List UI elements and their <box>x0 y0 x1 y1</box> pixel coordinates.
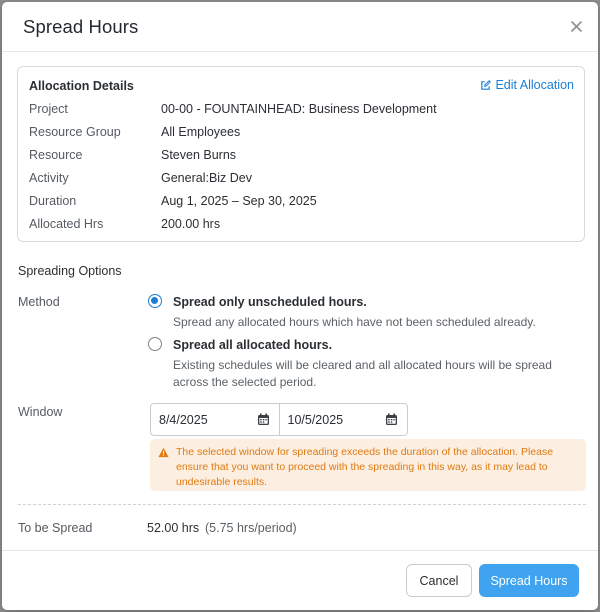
window-date-range: 8/4/2025 10/5/2025 <box>150 403 408 436</box>
window-start-input[interactable]: 8/4/2025 <box>151 404 279 435</box>
cancel-button[interactable]: Cancel <box>406 564 472 597</box>
detail-label: Project <box>29 102 68 116</box>
spreading-options-title: Spreading Options <box>18 264 122 278</box>
warning-text: The selected window for spreading exceed… <box>176 446 554 488</box>
close-button[interactable] <box>566 16 586 36</box>
detail-label: Resource Group <box>29 125 121 139</box>
allocation-details-title: Allocation Details <box>29 79 134 93</box>
detail-label: Duration <box>29 194 77 208</box>
allocation-details-card: Allocation Details Edit Allocation Proje… <box>17 66 585 242</box>
to-be-spread-hours: 52.00 hrs <box>147 521 200 535</box>
window-label: Window <box>18 405 63 419</box>
window-end-value: 10/5/2025 <box>287 412 344 427</box>
detail-value: Aug 1, 2025 – Sep 30, 2025 <box>161 194 317 208</box>
spread-hours-button[interactable]: Spread Hours <box>479 564 579 597</box>
window-warning-alert: The selected window for spreading exceed… <box>150 439 586 491</box>
detail-value: General:Biz Dev <box>161 171 253 185</box>
detail-label: Resource <box>29 148 83 162</box>
footer-divider <box>2 550 598 551</box>
detail-value: 200.00 hrs <box>161 217 221 231</box>
edit-allocation-link[interactable]: Edit Allocation <box>480 78 574 92</box>
to-be-spread-per-period: (5.75 hrs/period) <box>205 521 297 535</box>
warning-icon <box>158 447 169 458</box>
detail-label: Allocated Hrs <box>29 217 104 231</box>
option-unscheduled-title[interactable]: Spread only unscheduled hours. <box>173 295 367 309</box>
radio-spread-all[interactable] <box>148 337 162 351</box>
method-label: Method <box>18 295 60 309</box>
calendar-icon[interactable] <box>385 413 398 426</box>
window-start-value: 8/4/2025 <box>159 412 208 427</box>
dialog-title: Spread Hours <box>23 16 139 37</box>
option-unscheduled-description: Spread any allocated hours which have no… <box>173 315 536 329</box>
close-icon <box>570 20 582 32</box>
edit-icon <box>481 79 492 90</box>
spread-hours-dialog: Spread Hours Allocation Details Edit All… <box>2 2 598 610</box>
window-end-input[interactable]: 10/5/2025 <box>278 404 408 435</box>
calendar-icon[interactable] <box>257 413 270 426</box>
dialog-header: Spread Hours <box>2 2 598 52</box>
option-all-description: Existing schedules will be cleared and a… <box>173 358 552 389</box>
to-be-spread-label: To be Spread <box>18 521 93 535</box>
divider <box>18 504 586 505</box>
detail-value: 00-00 - FOUNTAINHEAD: Business Developme… <box>161 102 437 116</box>
radio-spread-unscheduled[interactable] <box>148 294 162 308</box>
edit-allocation-label: Edit Allocation <box>495 78 574 92</box>
option-all-title[interactable]: Spread all allocated hours. <box>173 338 332 352</box>
detail-label: Activity <box>29 171 69 185</box>
detail-value: Steven Burns <box>161 148 237 162</box>
detail-value: All Employees <box>161 125 241 139</box>
